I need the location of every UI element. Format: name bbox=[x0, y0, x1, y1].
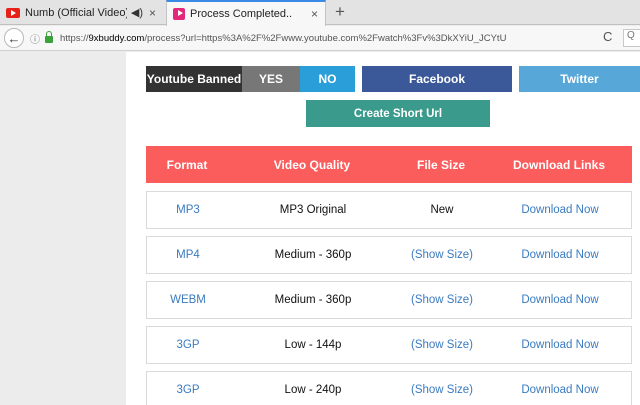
download-now-link[interactable]: Download Now bbox=[487, 237, 633, 273]
speaker-icon[interactable]: ◀) bbox=[131, 6, 143, 19]
format-link[interactable]: MP4 bbox=[147, 237, 229, 273]
tab-title: Numb (Official Video) ... bbox=[25, 6, 127, 19]
show-size-link[interactable]: (Show Size) bbox=[397, 237, 487, 273]
search-box[interactable]: Q bbox=[623, 29, 640, 47]
header-download-links: Download Links bbox=[512, 157, 605, 172]
create-short-url-button[interactable]: Create Short Url bbox=[306, 100, 490, 127]
format-link[interactable]: MP3 bbox=[147, 192, 229, 228]
show-size-link[interactable]: (Show Size) bbox=[397, 282, 487, 318]
yes-button[interactable]: YES bbox=[242, 66, 300, 92]
lock-icon bbox=[45, 31, 53, 43]
tab-strip: Numb (Official Video) ... ◀) × Process C… bbox=[0, 0, 640, 26]
download-now-link[interactable]: Download Now bbox=[487, 327, 633, 363]
size-cell: New bbox=[430, 204, 454, 216]
quality-cell: MP3 Original bbox=[279, 204, 347, 216]
quality-cell: Medium - 360p bbox=[274, 249, 352, 261]
twitter-share-button[interactable]: Twitter bbox=[519, 66, 640, 92]
page-background bbox=[0, 52, 126, 405]
quality-cell: Medium - 360p bbox=[274, 294, 352, 306]
close-icon[interactable]: × bbox=[149, 6, 156, 20]
show-size-link[interactable]: (Show Size) bbox=[397, 372, 487, 405]
format-link[interactable]: WEBM bbox=[147, 282, 229, 318]
url-host: 9xbuddy.com bbox=[88, 32, 145, 44]
tab-youtube[interactable]: Numb (Official Video) ... ◀) × bbox=[0, 0, 163, 25]
reload-icon[interactable]: C bbox=[603, 29, 612, 44]
navigation-bar: ← ⓘ https://9xbuddy.com/process?url=http… bbox=[0, 26, 640, 51]
table-row: 3GP Low - 240p (Show Size) Download Now bbox=[146, 371, 632, 405]
close-icon[interactable]: × bbox=[311, 7, 318, 21]
table-row: MP4 Medium - 360p (Show Size) Download N… bbox=[146, 236, 632, 274]
new-tab-button[interactable]: + bbox=[331, 2, 349, 22]
tab-title: Process Completed.. bbox=[190, 8, 293, 20]
header-format: Format bbox=[166, 157, 208, 172]
url-prefix: https:// bbox=[60, 32, 89, 44]
table-row: MP3 MP3 Original New Download Now bbox=[146, 191, 632, 229]
show-size-link[interactable]: (Show Size) bbox=[397, 327, 487, 363]
facebook-share-button[interactable]: Facebook bbox=[362, 66, 512, 92]
play-icon bbox=[173, 8, 185, 20]
download-now-link[interactable]: Download Now bbox=[487, 372, 633, 405]
format-link[interactable]: 3GP bbox=[147, 327, 229, 363]
site-info-icon[interactable]: ⓘ bbox=[30, 31, 40, 46]
table-row: 3GP Low - 144p (Show Size) Download Now bbox=[146, 326, 632, 364]
back-button[interactable]: ← bbox=[4, 28, 24, 48]
tab-process-completed[interactable]: Process Completed.. × bbox=[166, 0, 326, 26]
download-now-link[interactable]: Download Now bbox=[487, 192, 633, 228]
address-bar[interactable]: https://9xbuddy.com/process?url=https%3A… bbox=[60, 33, 506, 44]
youtube-icon bbox=[6, 7, 20, 18]
url-path: /process?url=https%3A%2F%2Fwww.youtube.c… bbox=[144, 32, 507, 44]
format-link[interactable]: 3GP bbox=[147, 372, 229, 405]
no-button[interactable]: NO bbox=[300, 66, 355, 92]
header-video-quality: Video Quality bbox=[273, 157, 351, 172]
header-file-size: File Size bbox=[416, 157, 466, 172]
table-row: WEBM Medium - 360p (Show Size) Download … bbox=[146, 281, 632, 319]
quality-cell: Low - 240p bbox=[284, 384, 342, 396]
table-header: Format Video Quality File Size Download … bbox=[146, 146, 632, 183]
youtube-banned-label: Youtube Banned bbox=[146, 66, 242, 92]
quality-cell: Low - 144p bbox=[284, 339, 342, 351]
download-now-link[interactable]: Download Now bbox=[487, 282, 633, 318]
